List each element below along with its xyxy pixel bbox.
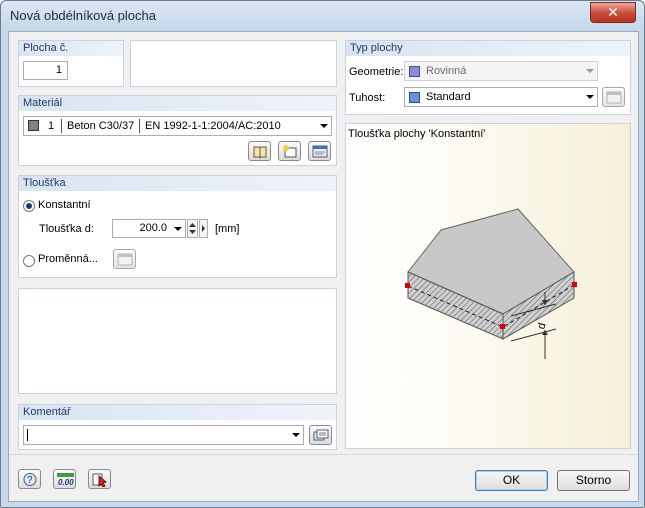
spin-arrows-icon: [189, 223, 196, 234]
variable-radio[interactable]: [23, 255, 35, 267]
geometry-color-swatch: [409, 66, 420, 77]
new-item-icon: [283, 145, 297, 158]
close-icon: ✕: [607, 4, 619, 20]
material-group: Materiál 1 Beton C30/37 EN 1992-1-1:2004…: [18, 95, 337, 166]
chevron-down-icon: [586, 69, 594, 73]
title-bar: Nová obdélníková plocha ✕: [1, 1, 644, 31]
slab-illustration: [405, 208, 577, 359]
text-cursor: [27, 429, 28, 441]
stiffness-value: Standard: [426, 91, 471, 103]
material-select[interactable]: 1 Beton C30/37 EN 1992-1-1:2004/AC:2010: [23, 116, 332, 136]
geometry-select[interactable]: Rovinná: [404, 61, 598, 81]
footer-divider: [9, 454, 638, 455]
empty-panel: [18, 288, 337, 394]
edit-dialog-icon: [606, 91, 622, 104]
variable-thickness-button[interactable]: [113, 249, 136, 269]
stiffness-color-swatch: [409, 92, 420, 103]
help-icon: ?: [23, 473, 37, 486]
surface-number-input[interactable]: 1: [23, 61, 68, 80]
window-title: Nová obdélníková plocha: [10, 8, 156, 23]
dialog-client: Plocha č. 1 Materiál 1 Beton C30/37 EN 1…: [8, 31, 639, 502]
svg-text:?: ?: [27, 475, 33, 486]
chevron-down-icon: [174, 227, 182, 231]
constant-label: Konstantní: [38, 199, 91, 211]
material-color-swatch: [28, 120, 39, 131]
thickness-d-input[interactable]: 200.0: [112, 219, 186, 238]
ok-button[interactable]: OK: [475, 470, 548, 491]
edit-dialog-icon: [117, 253, 133, 266]
edit-material-button[interactable]: [308, 141, 331, 161]
surface-type-group: Typ plochy Geometrie: Rovinná Tuhost: St…: [345, 40, 631, 115]
chevron-down-icon: [320, 124, 328, 128]
help-button[interactable]: ?: [18, 469, 41, 489]
dialog-window: Nová obdélníková plocha ✕ Plocha č. 1 Ma…: [0, 0, 645, 508]
chevron-right-icon: [202, 225, 205, 232]
comment-header: Komentář: [19, 405, 336, 420]
material-standard: EN 1992-1-1:2004/AC:2010: [145, 120, 281, 132]
library-book-icon: [253, 146, 267, 159]
material-name: Beton C30/37: [67, 120, 135, 132]
surface-type-header: Typ plochy: [346, 41, 630, 56]
material-header: Materiál: [19, 96, 336, 111]
cancel-button[interactable]: Storno: [557, 470, 630, 491]
thickness-menu-arrow[interactable]: [199, 219, 208, 238]
thickness-group: Tloušťka Konstantní Tloušťka d: 200.0 [m…: [18, 175, 337, 278]
thickness-d-label: Tloušťka d:: [39, 223, 94, 235]
variable-label: Proměnná...: [38, 253, 98, 265]
thickness-header: Tloušťka: [19, 176, 336, 191]
material-number: 1: [48, 120, 55, 132]
pick-from-graphic-button[interactable]: [88, 469, 111, 489]
units-button[interactable]: 0.00: [53, 469, 76, 489]
constant-radio[interactable]: [23, 200, 35, 212]
comment-list-button[interactable]: [309, 425, 332, 445]
chevron-down-icon: [292, 433, 300, 437]
geometry-label: Geometrie:: [349, 66, 404, 78]
surface-number-header: Plocha č.: [19, 41, 123, 56]
units-decimal-icon: 0.00: [57, 473, 74, 487]
stiffness-select[interactable]: Standard: [404, 87, 598, 107]
geometry-value: Rovinná: [426, 65, 467, 77]
thickness-spinner[interactable]: [187, 219, 198, 238]
svg-text:0.00: 0.00: [58, 478, 74, 487]
thickness-d-value: 200.0: [139, 222, 167, 234]
surface-blank-panel: [130, 40, 337, 87]
edit-dialog-icon: [312, 145, 328, 158]
stiffness-label: Tuhost:: [349, 92, 386, 104]
comment-input[interactable]: [23, 425, 304, 445]
thickness-preview-panel: Tloušťka plochy 'Konstantní' d: [345, 123, 631, 449]
comment-list-icon: [313, 429, 329, 441]
edit-stiffness-button[interactable]: [602, 87, 625, 107]
chevron-down-icon: [586, 95, 594, 99]
select-pointer-icon: [92, 473, 107, 487]
surface-number-group: Plocha č. 1: [18, 40, 124, 87]
close-button[interactable]: ✕: [590, 2, 636, 23]
thickness-unit: [mm]: [215, 223, 240, 235]
comment-group: Komentář: [18, 404, 337, 450]
material-library-button[interactable]: [248, 141, 271, 161]
new-material-button[interactable]: [278, 141, 301, 161]
